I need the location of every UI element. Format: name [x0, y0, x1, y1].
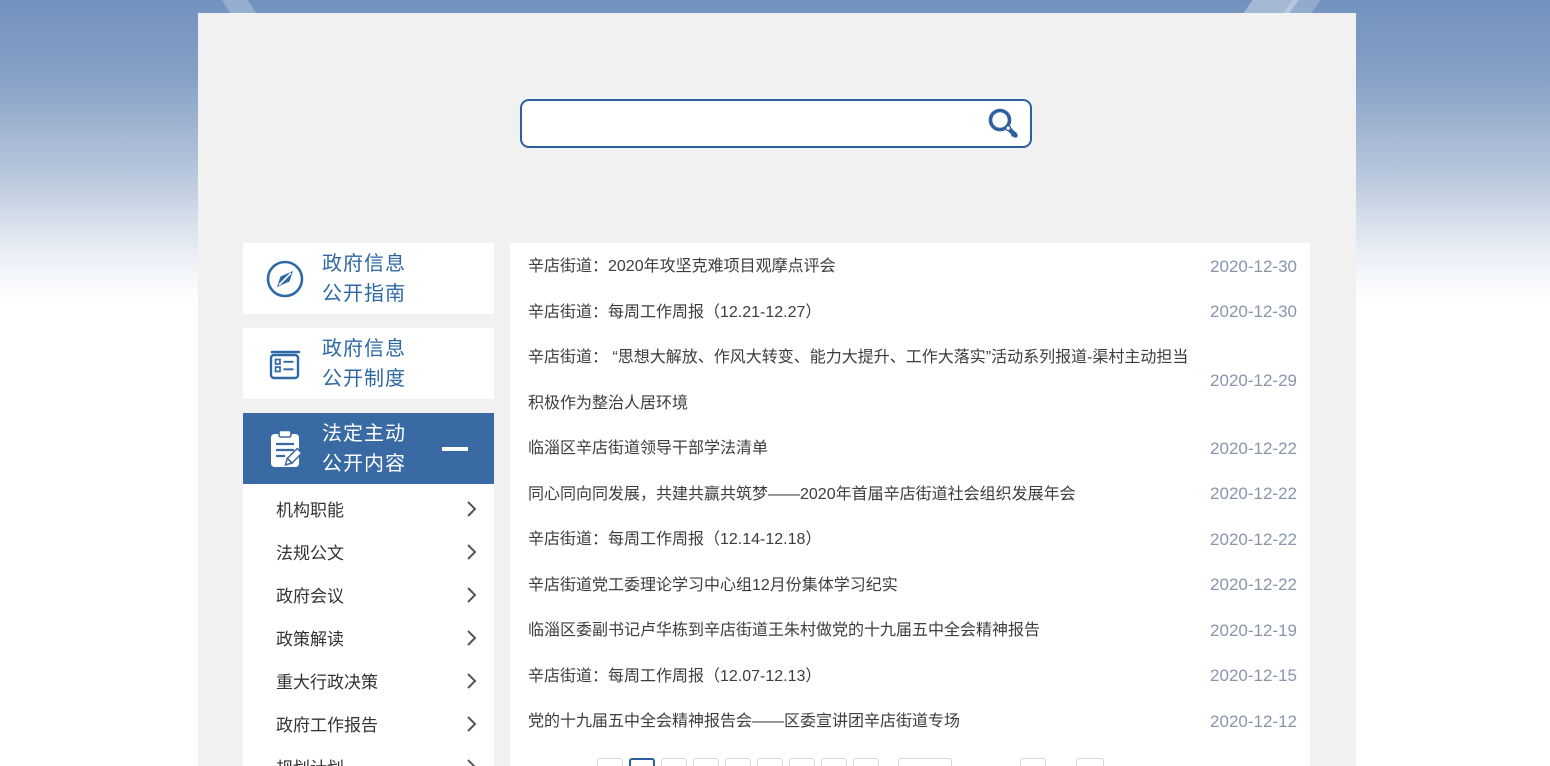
sidebar-menu-item[interactable]: 规划计划	[243, 745, 494, 766]
sidebar-menu-item[interactable]: 政府会议	[243, 573, 494, 616]
news-date: 2020-12-29	[1210, 371, 1297, 391]
pagination-control[interactable]	[1076, 758, 1104, 766]
news-row: 辛店街道： “思想大解放、作风大转变、能力大提升、工作大落实”活动系列报道-渠村…	[510, 335, 1310, 426]
pagination-page[interactable]	[597, 758, 623, 766]
news-row: 辛店街道：每周工作周报（12.14-12.18） 2020-12-22	[510, 517, 1310, 563]
sidebar-menu-item[interactable]: 法规公文	[243, 530, 494, 573]
page: 政府信息 公开指南 政府信息 公开制度	[0, 0, 1550, 766]
news-link[interactable]: 同心同向同发展，共建共赢共筑梦——2020年首届辛店街道社会组织发展年会	[528, 472, 1196, 518]
news-date: 2020-12-15	[1210, 666, 1297, 686]
pagination-page[interactable]	[821, 758, 847, 766]
sidebar-menu-item[interactable]: 重大行政决策	[243, 659, 494, 702]
ledger-icon	[262, 341, 308, 387]
pagination-control[interactable]	[1020, 758, 1046, 766]
pagination	[597, 758, 1110, 766]
news-row: 辛店街道：2020年攻坚克难项目观摩点评会 2020-12-30	[510, 244, 1310, 290]
chevron-right-icon	[466, 672, 477, 690]
news-link[interactable]: 辛店街道党工委理论学习中心组12月份集体学习纪实	[528, 563, 1196, 609]
pagination-next-button[interactable]	[898, 758, 952, 766]
chevron-right-icon	[466, 543, 477, 561]
search-button[interactable]	[986, 101, 1030, 146]
sidebar-card-label: 政府信息 公开指南	[322, 249, 406, 309]
sidebar-card-label: 政府信息 公开制度	[322, 334, 406, 394]
sidebar-card-mandatory-disclosure[interactable]: 法定主动 公开内容	[243, 413, 494, 484]
sidebar-menu-item-label: 政府工作报告	[276, 711, 466, 736]
news-list: 辛店街道：2020年攻坚克难项目观摩点评会 2020-12-30 辛店街道：每周…	[510, 243, 1310, 766]
sidebar-menu-item-label: 法规公文	[276, 539, 466, 564]
news-link[interactable]: 辛店街道：每周工作周报（12.07-12.13）	[528, 654, 1196, 700]
sidebar-menu-item-label: 规划计划	[276, 754, 466, 766]
news-date: 2020-12-22	[1210, 484, 1297, 504]
sidebar-card-disclosure-guide[interactable]: 政府信息 公开指南	[243, 243, 494, 314]
sidebar-menu-item-label: 政策解读	[276, 625, 466, 650]
pagination-page[interactable]	[661, 758, 687, 766]
pagination-page[interactable]	[693, 758, 719, 766]
news-date: 2020-12-30	[1210, 302, 1297, 322]
sidebar-menu-item[interactable]: 政策解读	[243, 616, 494, 659]
compass-icon	[262, 256, 308, 302]
sidebar-menu-item[interactable]: 政府工作报告	[243, 702, 494, 745]
news-link[interactable]: 辛店街道：每周工作周报（12.21-12.27）	[528, 290, 1196, 336]
pagination-page[interactable]	[725, 758, 751, 766]
sidebar-menu-item[interactable]: 机构职能	[243, 487, 494, 530]
news-row: 辛店街道党工委理论学习中心组12月份集体学习纪实 2020-12-22	[510, 563, 1310, 609]
news-row: 同心同向同发展，共建共赢共筑梦——2020年首届辛店街道社会组织发展年会 202…	[510, 472, 1310, 518]
news-link[interactable]: 辛店街道：2020年攻坚克难项目观摩点评会	[528, 244, 1196, 290]
news-row: 辛店街道：每周工作周报（12.07-12.13） 2020-12-15	[510, 654, 1310, 700]
news-date: 2020-12-12	[1210, 712, 1297, 732]
chevron-right-icon	[466, 629, 477, 647]
news-row: 临淄区委副书记卢华栋到辛店街道王朱村做党的十九届五中全会精神报告 2020-12…	[510, 608, 1310, 654]
sidebar-card-disclosure-system[interactable]: 政府信息 公开制度	[243, 328, 494, 399]
minus-icon	[442, 447, 468, 451]
sidebar-menu-item-label: 机构职能	[276, 496, 466, 521]
news-link[interactable]: 党的十九届五中全会精神报告会——区委宣讲团辛店街道专场	[528, 699, 1196, 745]
sidebar-card-label: 法定主动 公开内容	[322, 419, 406, 479]
sidebar-menu-item-label: 重大行政决策	[276, 668, 466, 693]
news-link[interactable]: 临淄区委副书记卢华栋到辛店街道王朱村做党的十九届五中全会精神报告	[528, 608, 1196, 654]
chevron-right-icon	[466, 758, 477, 766]
chevron-right-icon	[466, 500, 477, 518]
pagination-page[interactable]	[853, 758, 879, 766]
news-date: 2020-12-19	[1210, 621, 1297, 641]
search-bar	[520, 99, 1032, 148]
chevron-right-icon	[466, 715, 477, 733]
news-date: 2020-12-22	[1210, 575, 1297, 595]
search-input[interactable]	[522, 101, 986, 146]
pagination-page[interactable]	[789, 758, 815, 766]
news-link[interactable]: 辛店街道： “思想大解放、作风大转变、能力大提升、工作大落实”活动系列报道-渠村…	[528, 335, 1196, 426]
clipboard-pencil-icon	[262, 426, 308, 472]
news-date: 2020-12-30	[1210, 257, 1297, 277]
news-link[interactable]: 临淄区辛店街道领导干部学法清单	[528, 426, 1196, 472]
sidebar-menu-item-label: 政府会议	[276, 582, 466, 607]
chevron-right-icon	[466, 586, 477, 604]
sidebar-menu: 机构职能 法规公文 政府会议 政策解读 重大行政	[243, 484, 494, 766]
pagination-page[interactable]	[757, 758, 783, 766]
news-row: 党的十九届五中全会精神报告会——区委宣讲团辛店街道专场 2020-12-12	[510, 699, 1310, 745]
pagination-page-current[interactable]	[629, 758, 655, 766]
news-row: 临淄区辛店街道领导干部学法清单 2020-12-22	[510, 426, 1310, 472]
search-icon	[986, 107, 1020, 141]
news-row: 辛店街道：每周工作周报（12.21-12.27） 2020-12-30	[510, 290, 1310, 336]
news-date: 2020-12-22	[1210, 439, 1297, 459]
news-link[interactable]: 辛店街道：每周工作周报（12.14-12.18）	[528, 517, 1196, 563]
news-date: 2020-12-22	[1210, 530, 1297, 550]
